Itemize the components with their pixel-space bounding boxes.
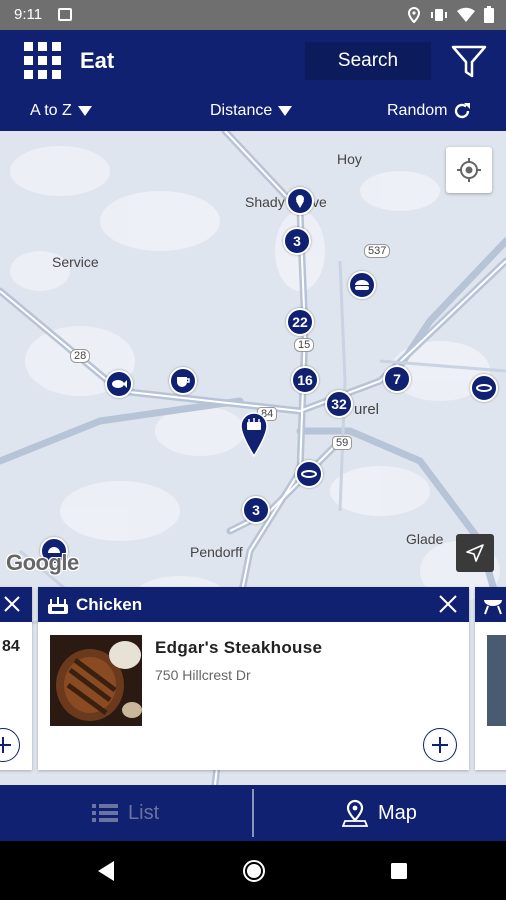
- cluster-pin[interactable]: 3: [283, 227, 311, 255]
- vibrate-icon: [431, 8, 447, 21]
- directions-button[interactable]: [456, 534, 494, 572]
- result-card[interactable]: Chicken Edgar's Steakhouse 750 Hillcrest…: [38, 587, 469, 770]
- caret-down-icon: [278, 106, 293, 116]
- restaurant-photo: [50, 635, 142, 726]
- card-name-partial: 84: [2, 638, 20, 655]
- card-category: Chicken: [76, 595, 143, 614]
- google-logo: Google: [6, 550, 79, 575]
- restaurant-name: Edgar's Steakhouse: [155, 638, 323, 657]
- coffee-pin-icon[interactable]: [169, 367, 197, 395]
- road-shield: 59: [332, 436, 353, 450]
- navigation-arrow-icon: [466, 544, 484, 562]
- tab-list-label: List: [128, 801, 160, 824]
- sort-distance-label: Distance: [210, 102, 273, 119]
- list-icon: [92, 804, 118, 822]
- close-icon[interactable]: [2, 594, 22, 614]
- sort-a-to-z[interactable]: A to Z: [30, 102, 92, 120]
- image-notification-icon: [58, 8, 72, 21]
- location-icon: [407, 6, 421, 23]
- page-title: Eat: [80, 48, 115, 73]
- add-button[interactable]: [0, 728, 20, 762]
- place-label: Service: [52, 254, 99, 270]
- sort-a-to-z-label: A to Z: [30, 102, 72, 119]
- plus-icon: [0, 737, 11, 753]
- wifi-icon: [457, 7, 475, 22]
- place-label: urel: [354, 401, 380, 418]
- selected-location-marker-icon[interactable]: [240, 411, 268, 457]
- status-bar: 9:11: [0, 0, 506, 30]
- home-icon[interactable]: [242, 859, 266, 883]
- sort-distance[interactable]: Distance: [210, 102, 293, 120]
- burger-pin-icon[interactable]: [348, 271, 376, 299]
- place-label: Shady: [245, 194, 285, 210]
- app-header: Eat Search: [0, 30, 506, 92]
- add-button[interactable]: [423, 728, 457, 762]
- back-icon[interactable]: [96, 860, 116, 882]
- cluster-pin[interactable]: 3: [242, 496, 270, 524]
- result-card-next[interactable]: [475, 587, 506, 770]
- tab-map[interactable]: Map: [342, 785, 417, 841]
- restaurant-photo: [487, 635, 506, 726]
- place-label: ve: [312, 194, 327, 210]
- close-icon[interactable]: [437, 593, 459, 615]
- sort-bar: A to Z Distance Random: [0, 92, 506, 131]
- result-card-prev[interactable]: 84: [0, 587, 32, 770]
- bottom-tab-bar: List Map: [0, 785, 506, 841]
- fish-pin-icon[interactable]: [105, 370, 133, 398]
- map-pin-icon: [342, 799, 368, 827]
- place-label: Pendorff: [190, 544, 243, 560]
- tab-map-label: Map: [378, 801, 417, 824]
- sandwich-pin-icon[interactable]: [295, 460, 323, 488]
- road-shield: 15: [294, 338, 315, 352]
- road-shield: 28: [70, 349, 91, 363]
- recents-icon[interactable]: [390, 862, 408, 880]
- status-time: 9:11: [14, 6, 43, 23]
- tab-list[interactable]: List: [92, 785, 159, 841]
- crosshair-icon: [457, 158, 481, 182]
- apps-grid-icon[interactable]: [24, 42, 61, 79]
- cluster-pin[interactable]: 7: [383, 365, 411, 393]
- refresh-icon: [455, 103, 471, 119]
- cluster-pin[interactable]: 22: [286, 308, 314, 336]
- cluster-pin[interactable]: 32: [325, 390, 353, 418]
- card-header: Chicken: [38, 587, 469, 622]
- road-shield: 537: [364, 244, 391, 258]
- sandwich-pin-icon[interactable]: [470, 374, 498, 402]
- caret-down-icon: [77, 106, 92, 116]
- my-location-button[interactable]: [446, 147, 492, 193]
- ice-cream-pin-icon[interactable]: [286, 187, 314, 215]
- cluster-pin[interactable]: 16: [291, 366, 319, 394]
- chicken-category-icon: [48, 597, 68, 614]
- sort-random-label: Random: [387, 102, 448, 119]
- search-button[interactable]: Search: [305, 42, 431, 80]
- sort-random[interactable]: Random: [387, 102, 471, 120]
- place-label: Glade: [406, 531, 444, 547]
- system-navigation-bar: [0, 841, 506, 900]
- plus-icon: [432, 737, 448, 753]
- battery-icon: [484, 6, 494, 23]
- restaurant-address: 750 Hillcrest Dr: [155, 667, 251, 683]
- filter-icon[interactable]: [450, 44, 488, 80]
- grill-category-icon: [484, 600, 502, 615]
- place-label: Hoy: [337, 151, 362, 167]
